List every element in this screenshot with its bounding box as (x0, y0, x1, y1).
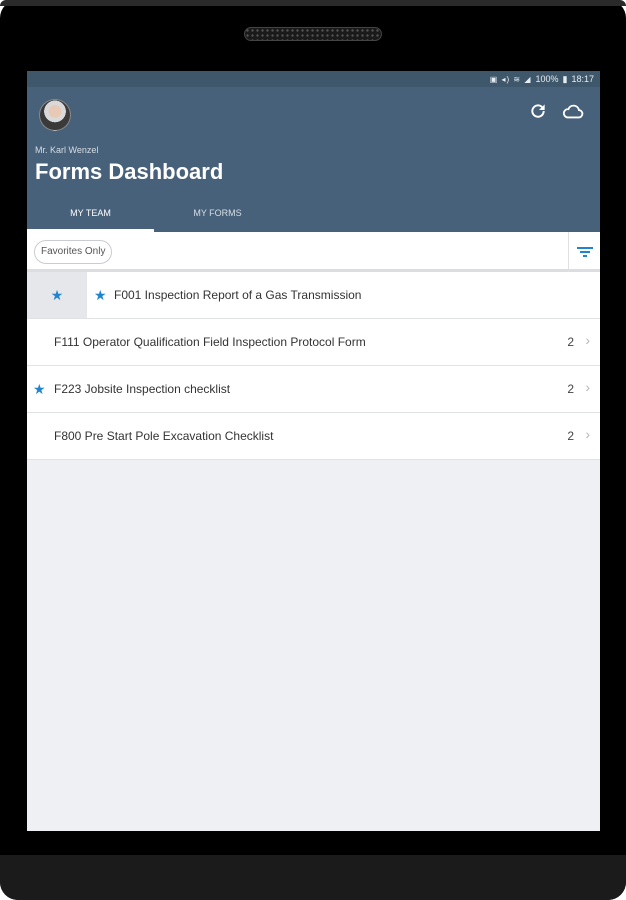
tab-my-team[interactable]: MY TEAM (27, 194, 154, 232)
device-top-edge (0, 0, 626, 6)
filter-icon[interactable] (568, 232, 600, 272)
chevron-right-icon: › (585, 426, 590, 442)
form-title: F111 Operator Qualification Field Inspec… (54, 335, 366, 349)
form-title: F001 Inspection Report of a Gas Transmis… (114, 288, 362, 302)
star-icon: ★ (94, 287, 107, 303)
form-row-f111[interactable]: F111 Operator Qualification Field Inspec… (27, 319, 600, 366)
form-title: F223 Jobsite Inspection checklist (54, 382, 231, 396)
cloud-icon[interactable] (562, 101, 584, 123)
speaker-grille (244, 27, 382, 41)
favorites-only-chip[interactable]: Favorites Only (34, 240, 113, 264)
form-title: F800 Pre Start Pole Excavation Checklist (54, 429, 274, 443)
page-title: Forms Dashboard (35, 159, 224, 184)
tablet-frame: ▣ ◂) ≋ ◢ 100% ▮ 18:17 Mr. Karl Wenzel Fo… (0, 0, 626, 900)
app-header: Mr. Karl Wenzel Forms Dashboard MY TEAM … (27, 87, 600, 232)
refresh-icon[interactable] (527, 101, 549, 123)
tab-bar: MY TEAM MY FORMS (27, 194, 600, 232)
status-bar: ▣ ◂) ≋ ◢ 100% ▮ 18:17 (27, 71, 600, 87)
filter-bar: Favorites Only (27, 232, 600, 272)
user-name: Mr. Karl Wenzel (35, 145, 99, 155)
favorite-toggle[interactable]: ★ (27, 272, 87, 318)
form-row-f800[interactable]: F800 Pre Start Pole Excavation Checklist… (27, 413, 600, 460)
star-icon: ★ (33, 381, 46, 397)
battery-level: 100% (535, 74, 559, 84)
clock: 18:17 (571, 74, 594, 84)
chevron-right-icon: › (585, 332, 590, 348)
star-icon: ★ (50, 286, 64, 303)
form-row-f223[interactable]: ★ F223 Jobsite Inspection checklist 2 › (27, 366, 600, 413)
form-row-f001[interactable]: ★ ★ F001 Inspection Report of a Gas Tran… (27, 272, 600, 319)
tab-my-forms[interactable]: MY FORMS (154, 194, 281, 232)
status-icons: ▣ ◂) ≋ ◢ (489, 74, 532, 84)
form-count: 2 (567, 429, 574, 443)
chevron-right-icon: › (585, 379, 590, 395)
form-count: 2 (567, 335, 574, 349)
battery-icon: ▮ (562, 73, 568, 84)
avatar[interactable] (39, 99, 71, 131)
app-screen: ▣ ◂) ≋ ◢ 100% ▮ 18:17 Mr. Karl Wenzel Fo… (27, 71, 600, 831)
device-bottom-bezel (0, 855, 626, 900)
form-count: 2 (567, 382, 574, 396)
